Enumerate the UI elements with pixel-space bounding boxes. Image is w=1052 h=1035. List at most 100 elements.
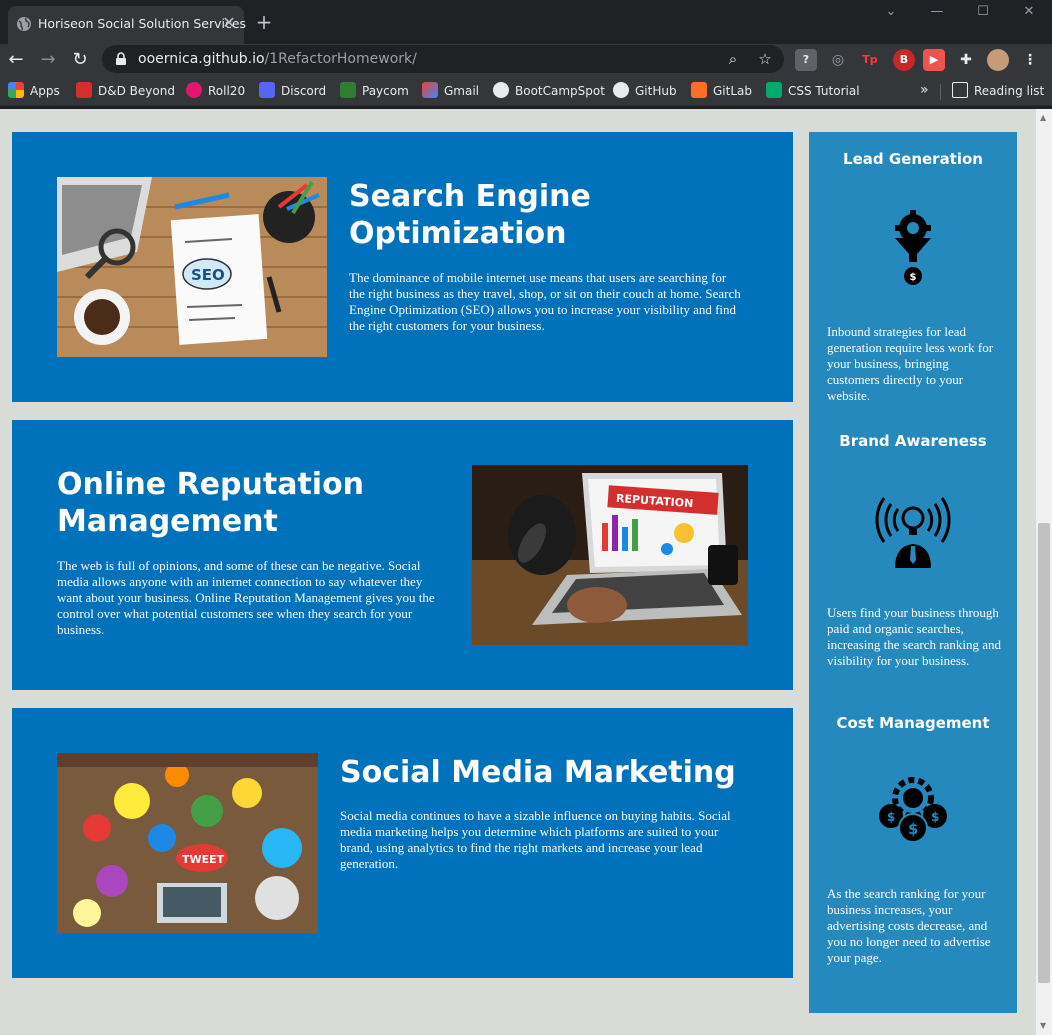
close-tab-icon[interactable]: ✕ [220,14,238,32]
benefit-body: Users find your business through paid an… [827,605,1001,668]
svg-text:$: $ [887,810,895,824]
bookmark-label: CSS Tutorial [788,84,860,98]
section-title: Search Engine Optimization [349,178,591,252]
scroll-up-icon[interactable]: ▲ [1040,113,1048,122]
cost-management-icon: $ $ $ [879,777,947,843]
maximize-icon[interactable]: ☐ [972,4,994,22]
bookmark-discord[interactable]: Discord [259,82,326,100]
star-icon[interactable]: ☆ [756,50,774,68]
scroll-down-icon[interactable]: ▼ [1040,1021,1048,1030]
bookmark-css-tutorial[interactable]: CSS Tutorial [766,82,860,100]
benefit-title: Brand Awareness [839,432,987,450]
paycom-icon [340,82,356,98]
svg-text:$: $ [910,272,917,283]
w3schools-icon [766,82,782,98]
section-body: The dominance of mobile internet use mea… [349,270,741,333]
extensions-icon[interactable]: ✚ [955,49,977,71]
bookmark-label: Discord [281,84,327,98]
svg-text:$: $ [908,820,918,838]
globe-icon [17,17,31,31]
seo-image: SEO [57,177,327,357]
profile-avatar[interactable] [987,49,1009,71]
github-icon [613,82,629,98]
bookmark-dnd-beyond[interactable]: D&D Beyond [76,82,175,100]
forward-icon[interactable]: → [36,48,60,72]
bookmark-label: Roll20 [208,84,246,98]
bookmark-paycom[interactable]: Paycom [340,82,409,100]
benefits-sidebar: Lead Generation $ Inbound strategies for… [809,132,1017,1013]
bookmark-label: Gmail [444,84,480,98]
bookmark-gitlab[interactable]: GitLab [691,82,752,100]
lead-generation-icon: $ [895,210,931,285]
new-tab-icon[interactable]: + [254,12,274,32]
bookmark-apps[interactable]: Apps [8,82,60,100]
minimize-icon[interactable]: — [926,4,948,22]
url-text: ooernica.github.io/1RefactorHomework/ [138,51,417,67]
page-content: SEO Search Engine Optimization The domina… [0,109,1036,1035]
section-title-line2: Management [57,504,278,539]
bookmark-label: GitLab [713,84,752,98]
section-title-line2: Optimization [349,216,567,251]
section-body: The web is full of opinions, and some of… [57,558,435,637]
bookmark-label: GitHub [635,84,677,98]
reload-icon[interactable]: ↻ [68,48,92,72]
scrollbar-thumb[interactable] [1038,523,1050,983]
close-window-icon[interactable]: ✕ [1018,4,1040,22]
brand-awareness-icon [875,497,951,568]
seo-illustration: SEO [57,177,327,357]
dnd-beyond-icon [76,82,92,98]
section-search-engine-optimization: SEO Search Engine Optimization The domina… [12,132,793,402]
address-bar[interactable]: ooernica.github.io/1RefactorHomework/ ⌕ … [102,45,784,73]
bookmark-label: D&D Beyond [98,84,175,98]
bookmark-label: Apps [30,84,60,98]
benefit-body: As the search ranking for your business … [827,886,991,965]
page-scrollbar[interactable]: ▲ ▼ [1036,109,1052,1035]
bookmarks-divider [940,84,941,100]
benefit-title: Lead Generation [843,150,983,168]
bookmark-bootcampspot[interactable]: BootCampSpot [493,82,605,100]
bookmark-label: Paycom [362,84,409,98]
bookmark-label: BootCampSpot [515,84,605,98]
bookmark-roll20[interactable]: Roll20 [186,82,245,100]
section-online-reputation-management: Online Reputation Management The web is f… [12,420,793,690]
url-path: /1RefactorHomework/ [264,51,417,67]
github-extension-icon[interactable]: ◎ [827,49,849,71]
url-host: ooernica.github.io [138,51,265,67]
zoom-icon[interactable]: ⌕ [724,50,742,68]
video-extension-icon[interactable]: ▶ [923,49,945,71]
bookmarks-bar: Apps D&D Beyond Roll20 Discord Paycom Gm… [0,76,1052,106]
gitlab-icon [691,82,707,98]
section-social-media-marketing: TWEET Social Media Marketing Social medi… [12,708,793,978]
menu-icon[interactable]: ⋮ [1019,49,1041,71]
reading-list-button[interactable]: Reading list [952,82,1044,100]
social-media-illustration: TWEET [57,753,318,933]
bookmark-gmail[interactable]: Gmail [422,82,479,100]
seo-image-text: SEO [191,266,225,284]
b-extension-icon[interactable]: B [893,49,915,71]
svg-text:$: $ [931,810,939,824]
benefit-body: Inbound strategies for lead generation r… [827,324,994,403]
tab-strip: Horiseon Social Solution Services ✕ + ⌄ … [0,0,1052,44]
section-title-line1: Search Engine [349,179,591,214]
reading-list-icon [952,82,968,98]
help-extension-icon[interactable]: ? [795,49,817,71]
apps-grid-icon [8,82,24,98]
tp-extension-icon[interactable]: Tp [859,49,881,71]
reputation-illustration: REPUTATION [472,465,748,645]
benefit-title: Cost Management [836,714,990,732]
globe-icon [493,82,509,98]
discord-icon [259,82,275,98]
section-title: Online Reputation Management [57,466,364,540]
section-title: Social Media Marketing [340,755,736,790]
tab-active[interactable]: Horiseon Social Solution Services ✕ [8,6,247,44]
tab-search-icon[interactable]: ⌄ [880,4,902,22]
social-media-image-text: TWEET [182,853,225,866]
back-icon[interactable]: ← [4,48,28,72]
reputation-image: REPUTATION [472,465,748,645]
bookmarks-overflow-icon[interactable]: » [920,82,929,98]
browser-chrome: Horiseon Social Solution Services ✕ + ⌄ … [0,0,1052,109]
toolbar: ← → ↻ ooernica.github.io/1RefactorHomewo… [0,44,1052,76]
bookmark-github[interactable]: GitHub [613,82,677,100]
tab-title: Horiseon Social Solution Services [38,16,247,31]
lock-icon [116,52,126,65]
